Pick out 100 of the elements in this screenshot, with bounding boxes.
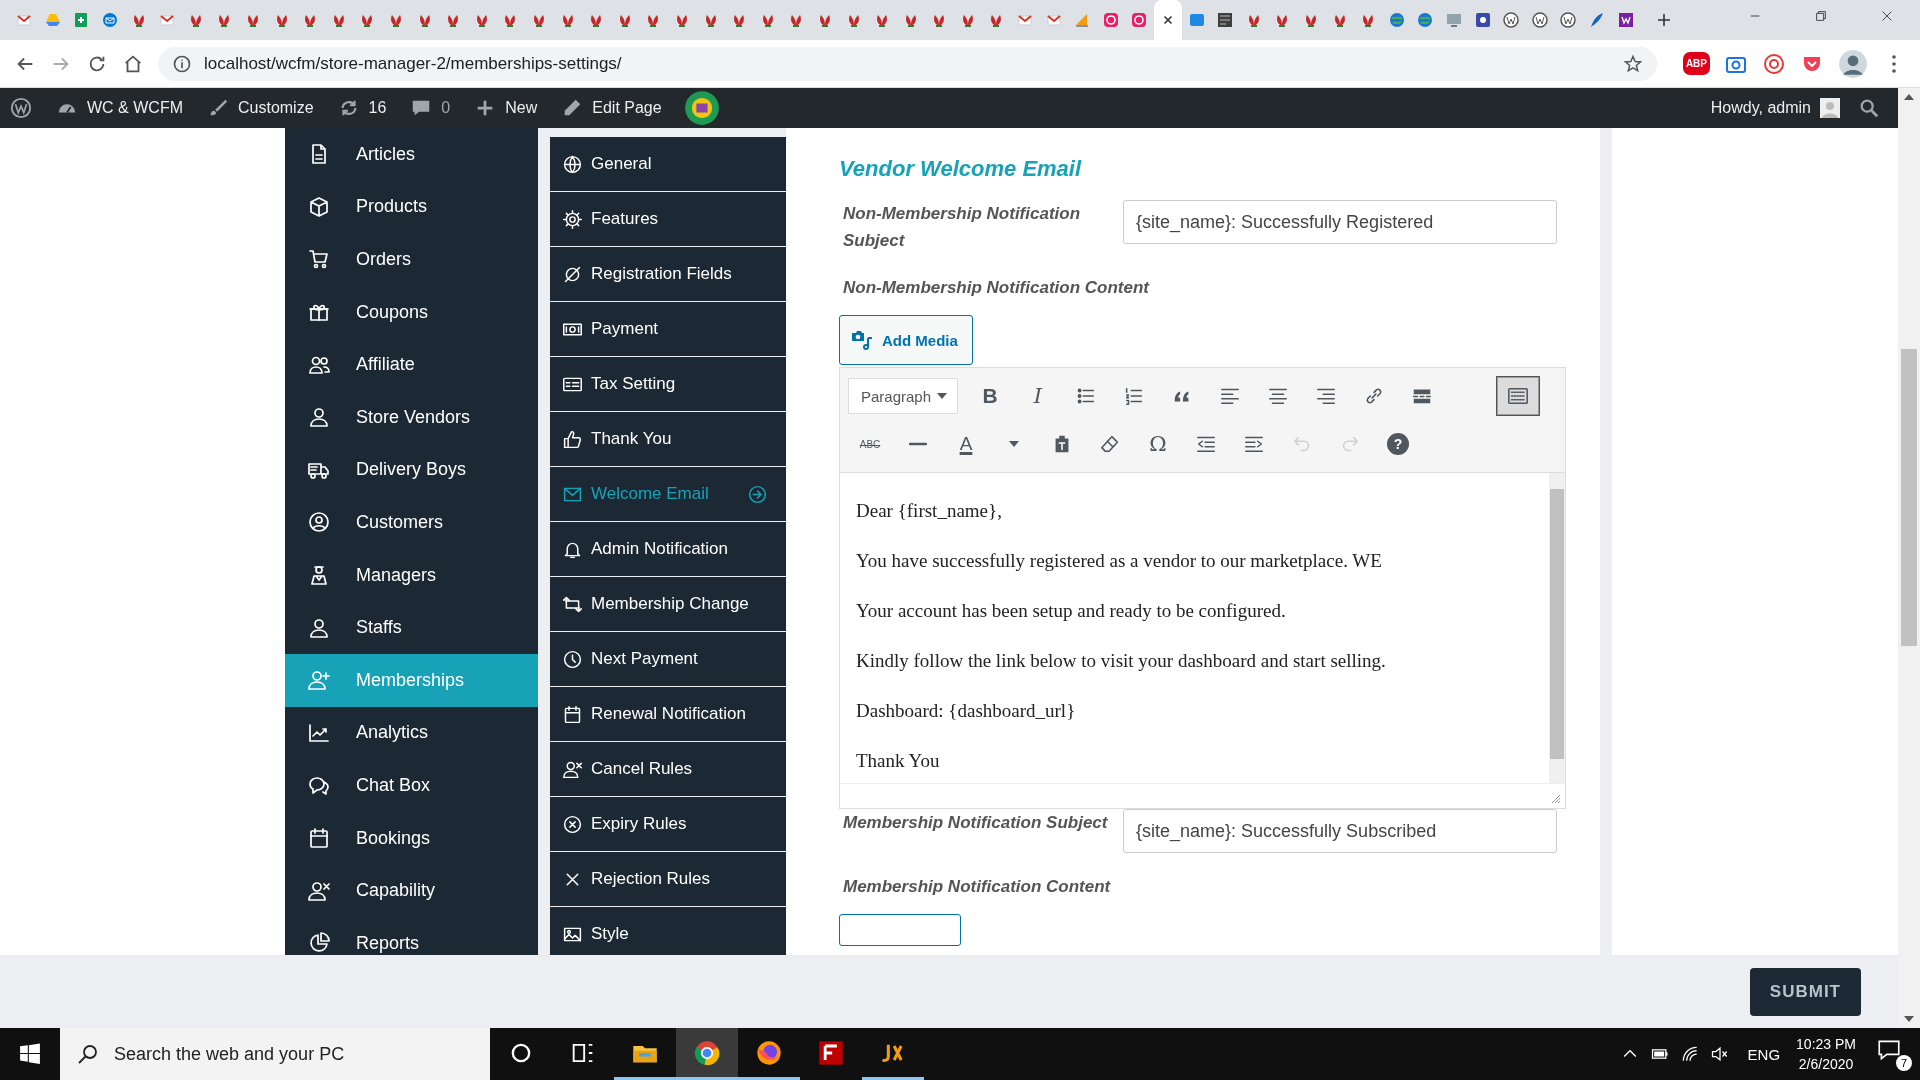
plus-icon — [73, 12, 90, 28]
monitor-icon — [1446, 12, 1462, 28]
resize-handle-icon[interactable] — [1551, 794, 1561, 804]
sidebar-item[interactable]: Customers — [285, 496, 538, 549]
new-link[interactable]: New — [474, 97, 538, 119]
input-field[interactable]: {site_name}: Successfully Subscribed — [1123, 809, 1557, 853]
info-icon[interactable] — [172, 53, 192, 74]
notifications-button[interactable]: 7 — [1876, 1037, 1912, 1071]
new-tab-icon[interactable] — [1655, 12, 1672, 28]
sidebar-item[interactable]: Store Vendors — [285, 390, 538, 444]
settings-menu-item[interactable]: Renewal Notification — [550, 687, 786, 741]
settings-menu-item[interactable]: Thank You — [550, 412, 786, 466]
sidebar-item[interactable]: Orders — [285, 233, 538, 286]
sidebar-item[interactable]: Analytics — [285, 706, 538, 760]
circle-icon — [1560, 12, 1577, 28]
search-field[interactable]: Search the web and your PC — [60, 1028, 490, 1080]
mute-icon[interactable] — [1709, 1044, 1730, 1064]
calendar-icon — [307, 826, 331, 850]
extension-button[interactable]: ABP — [1682, 52, 1710, 75]
calendar-icon — [562, 703, 583, 725]
circle-x-icon — [562, 813, 583, 835]
scroll-down-icon[interactable] — [1904, 1016, 1914, 1022]
sidebar-item[interactable]: Articles — [285, 128, 538, 181]
envelope-icon — [1045, 12, 1062, 28]
thumbnail-icon — [1217, 12, 1234, 28]
envelope-icon — [102, 12, 119, 28]
caret-icon — [937, 393, 947, 399]
bold-button[interactable]: B — [968, 376, 1012, 416]
user-circle-icon — [307, 510, 331, 535]
add-media-button[interactable] — [839, 914, 961, 946]
settings-menu-item[interactable]: Next Payment — [550, 632, 786, 686]
star-icon[interactable] — [1622, 53, 1643, 74]
sidebar-item[interactable]: Delivery Boys — [285, 443, 538, 497]
settings-menu-item[interactable]: Rejection Rules — [550, 852, 786, 906]
square-icon — [1474, 12, 1491, 28]
toolbar-toggle-button[interactable] — [1496, 376, 1540, 416]
sidebar-item[interactable]: Products — [285, 180, 538, 234]
swirl-icon[interactable] — [1762, 51, 1786, 76]
italic-button[interactable]: I — [1016, 376, 1060, 416]
circle-logo-icon[interactable] — [10, 97, 32, 119]
sidebar-item[interactable]: Staffs — [285, 601, 538, 654]
search-icon — [76, 1042, 100, 1066]
customize-link[interactable]: Customize — [207, 97, 314, 119]
help-button[interactable]: ? — [1387, 433, 1409, 455]
avatar-icon — [1820, 98, 1840, 118]
strikethrough-button[interactable]: ABC — [848, 424, 892, 464]
avatar-icon[interactable] — [1838, 48, 1868, 79]
settings-menu-item[interactable]: Cancel Rules — [550, 742, 786, 796]
envelope-icon — [16, 12, 33, 28]
settings-menu-item[interactable]: General — [550, 137, 786, 191]
settings-menu-item[interactable]: Expiry Rules — [550, 797, 786, 851]
settings-menu-item[interactable]: Features — [550, 192, 786, 246]
comments-link[interactable]: 0 — [410, 97, 451, 119]
updates-link[interactable]: 16 — [337, 97, 387, 119]
language-indicator[interactable]: ENG — [1747, 1045, 1781, 1063]
special-character-button[interactable]: Ω — [1136, 424, 1180, 464]
restore-icon[interactable] — [1814, 9, 1828, 23]
settings-menu-item[interactable]: Tax Setting — [550, 357, 786, 411]
sidebar-item[interactable]: Capability — [285, 864, 538, 917]
scrollbar-thumb[interactable] — [1901, 349, 1917, 646]
pie-chart-icon — [307, 931, 331, 955]
start-icon[interactable] — [19, 1043, 41, 1065]
user-plus-icon — [307, 668, 331, 693]
settings-menu-item[interactable]: Membership Change — [550, 577, 786, 631]
scrollbar[interactable] — [1549, 473, 1565, 783]
sidebar-item[interactable]: Chat Box — [285, 759, 538, 812]
store-icon[interactable] — [683, 90, 720, 126]
taskbar-app[interactable] — [676, 1028, 738, 1080]
browser-icon — [693, 1038, 721, 1067]
edit-page-link[interactable]: Edit Page — [561, 97, 662, 119]
format-select[interactable]: Paragraph — [848, 378, 958, 414]
page-scrollbar[interactable] — [1898, 88, 1920, 1028]
envelope-icon — [1017, 12, 1034, 28]
sidebar-item[interactable]: Affiliate — [285, 338, 538, 391]
sidebar-item[interactable]: Reports — [285, 916, 538, 955]
scrollbar-thumb[interactable] — [1550, 489, 1564, 759]
settings-menu-item[interactable]: Payment — [550, 302, 786, 356]
settings-menu-item[interactable]: Style — [550, 907, 786, 955]
settings-menu-item[interactable]: Registration Fields — [550, 247, 786, 301]
scroll-up-icon[interactable] — [1904, 94, 1914, 100]
circle-icon — [1503, 12, 1520, 28]
sidebar-item[interactable]: Bookings — [285, 811, 538, 865]
settings-menu-item[interactable]: Welcome Email — [550, 467, 786, 521]
address-field[interactable]: localhost/wcfm/store-manager-2/memberships-settings/ — [158, 46, 1657, 81]
keyboard-icon — [1507, 385, 1529, 407]
add-media-button[interactable]: Add Media — [839, 315, 973, 365]
app-icon — [817, 1038, 845, 1067]
close-icon[interactable] — [1880, 9, 1894, 23]
site-menu-link[interactable]: WC & WCFM — [56, 97, 183, 119]
submit-button[interactable]: SUBMIT — [1749, 967, 1861, 1016]
sidebar-item[interactable]: Coupons — [285, 285, 538, 339]
text-color-button[interactable]: A — [944, 424, 988, 464]
sidebar-item[interactable]: Managers — [285, 548, 538, 602]
input-field[interactable]: {site_name}: Successfully Registered — [1123, 200, 1557, 244]
account-menu[interactable]: Howdy, admin — [1710, 98, 1840, 118]
clock[interactable]: 10:23 PM 2/6/2020 — [1796, 1034, 1856, 1074]
paragraph: Dear {first_name}, — [856, 499, 1003, 523]
settings-menu-item[interactable]: Admin Notification — [550, 522, 786, 576]
search-icon[interactable] — [1858, 97, 1880, 119]
section-title: Vendor Welcome Email — [839, 156, 1083, 182]
